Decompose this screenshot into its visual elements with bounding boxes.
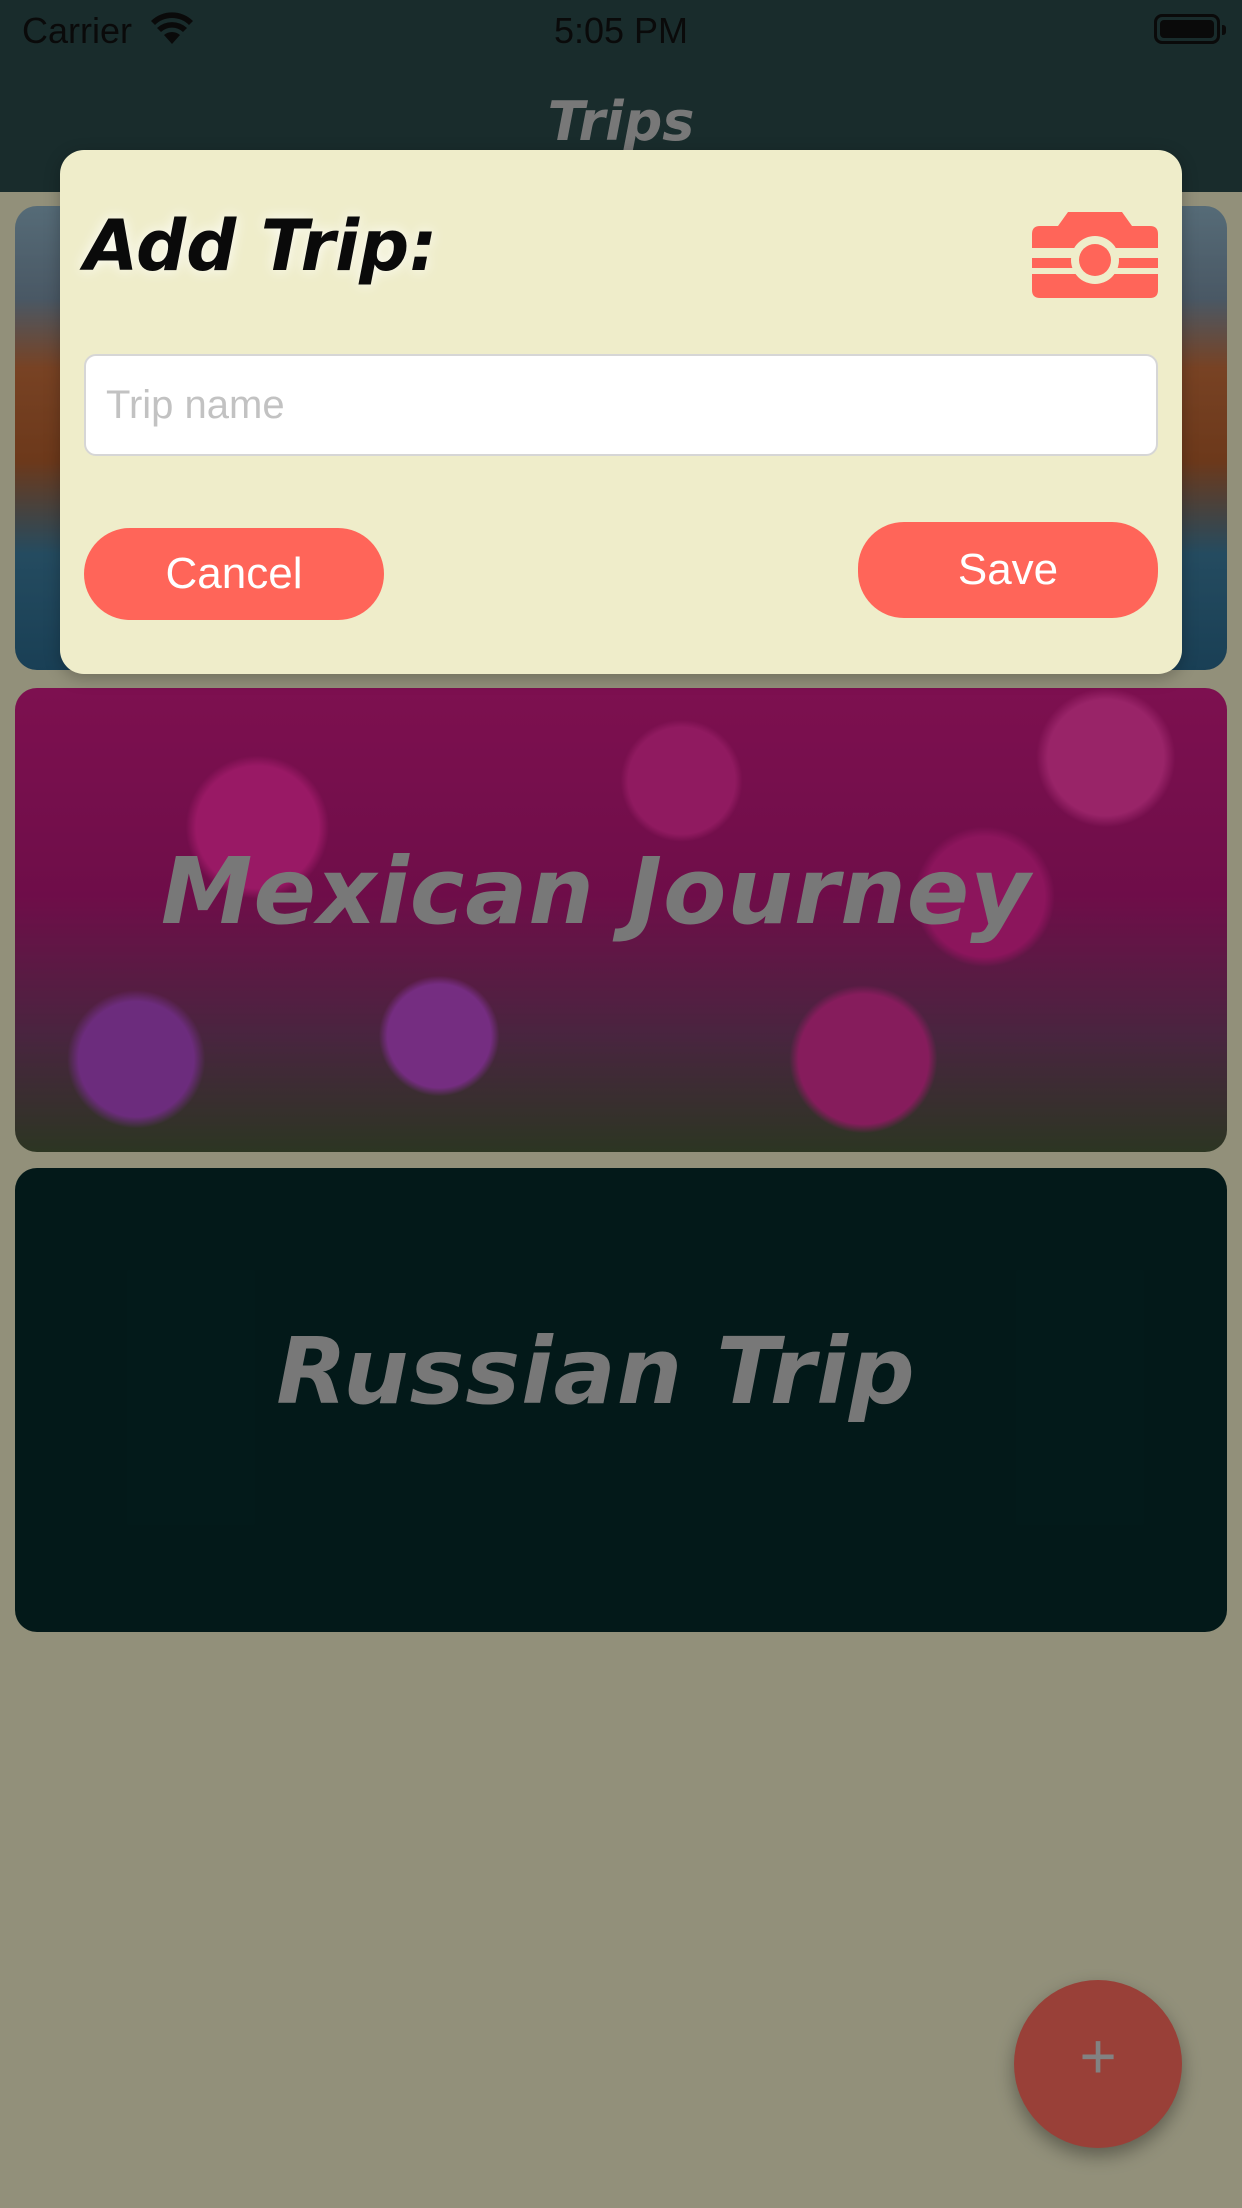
camera-icon[interactable] <box>1030 208 1160 300</box>
save-button[interactable]: Save <box>858 522 1158 618</box>
dialog-title: Add Trip: <box>84 205 438 287</box>
cancel-button[interactable]: Cancel <box>84 528 384 620</box>
trip-name-input[interactable] <box>84 354 1158 456</box>
add-trip-dialog: Add Trip: Cancel Save <box>60 150 1182 674</box>
